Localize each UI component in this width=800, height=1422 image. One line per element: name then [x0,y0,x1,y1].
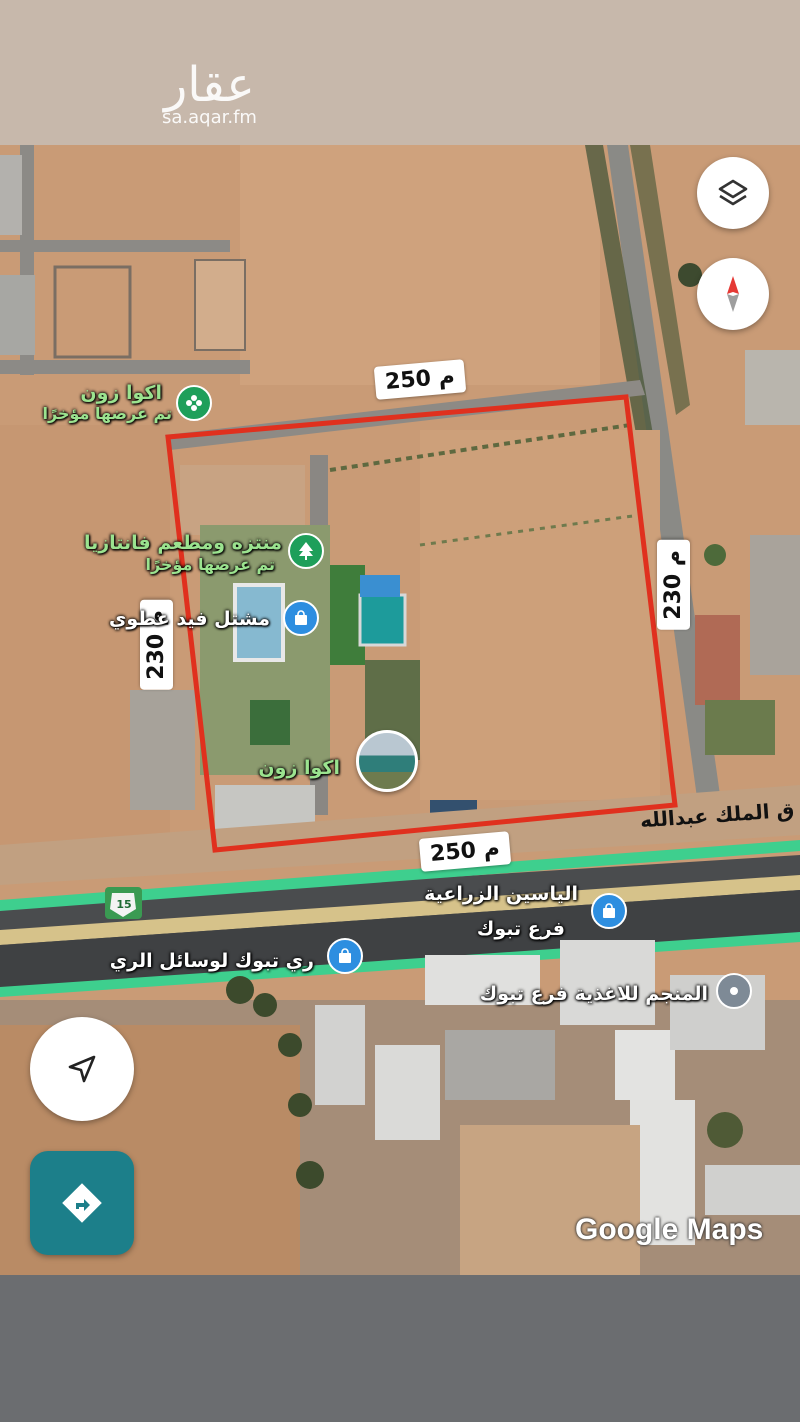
tree-pin-icon[interactable] [288,533,324,569]
navigation-arrow-icon [68,1055,96,1083]
bottom-band [0,1275,800,1422]
watermark-logo: عقار [164,57,255,113]
compass-button[interactable] [697,258,769,330]
place-label[interactable]: منتزه ومطعم فانتازيا [84,532,282,554]
layers-icon [718,179,748,206]
satellite-map[interactable]: 15 ق الملك عبدالله 250 م 250 م 230 م 230… [0,145,800,1275]
watermark-url: sa.aqar.fm [162,107,257,128]
place-sublabel: تم عرضها مؤخرًا [145,555,275,574]
highway-shield-number: 15 [116,898,132,911]
place-label[interactable]: اكوا زون [258,757,340,779]
my-location-button[interactable] [30,1017,134,1121]
shopping-bag-pin-icon[interactable] [327,938,363,974]
place-sublabel: تم عرضها مؤخرًا [42,404,172,423]
dimension-right: 230 م [657,540,690,630]
place-label[interactable]: الياسين الزراعية [424,883,578,905]
shopping-bag-pin-icon[interactable] [283,600,319,636]
directions-button[interactable] [30,1151,134,1255]
compass-icon [727,276,739,312]
map-imagery [0,145,800,1275]
location-pin-icon[interactable] [716,973,752,1009]
layers-button[interactable] [697,157,769,229]
google-maps-logo: Google Maps [575,1213,764,1246]
place-label[interactable]: ري تبوك لوسائل الري [110,950,314,972]
place-sublabel: فرع تبوك [476,918,565,940]
place-label[interactable]: اكوا زون [80,382,162,404]
photo-pin-icon[interactable] [356,730,418,792]
flower-pin-icon[interactable] [176,385,212,421]
place-label[interactable]: مشتل فيد عطوي [109,608,270,630]
aqar-watermark: عقار sa.aqar.fm [162,60,257,128]
place-label[interactable]: المنجم للاغذية فرع تبوك [480,983,708,1005]
shopping-bag-pin-icon[interactable] [591,893,627,929]
directions-icon [62,1183,102,1223]
top-band [0,0,800,145]
